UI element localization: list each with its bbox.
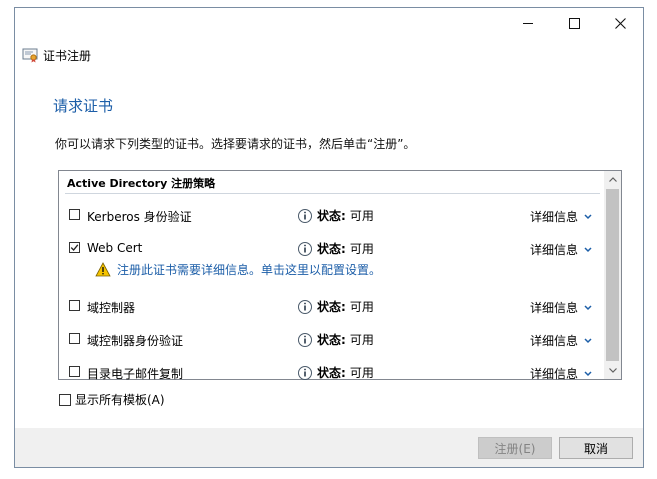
chevron-down-icon <box>608 368 617 373</box>
status-label: 状态: <box>317 333 346 347</box>
certificate-name: 目录电子邮件复制 <box>87 367 184 381</box>
dialog-footer: 注册(E) 取消 <box>15 428 643 467</box>
warning-icon <box>95 262 111 277</box>
status-value: 可用 <box>349 242 374 256</box>
chevron-down-icon <box>584 213 592 219</box>
cancel-button[interactable]: 取消 <box>559 437 633 459</box>
certificate-name: Web Cert <box>87 241 143 255</box>
details-label: 详细信息 <box>530 210 579 224</box>
close-button[interactable] <box>597 8 643 38</box>
certificate-row-kerberos[interactable]: Kerberos 身份验证 状态: 可用 详细信息 <box>59 205 604 227</box>
vertical-scrollbar[interactable] <box>604 171 621 379</box>
details-toggle[interactable]: 详细信息 <box>530 332 592 349</box>
window-title: 证书注册 <box>43 48 92 63</box>
certificate-row-web-cert[interactable]: Web Cert 状态: 可用 详细信息 <box>59 238 604 260</box>
info-icon <box>298 208 312 223</box>
status-label: 状态: <box>317 209 346 223</box>
status-value: 可用 <box>349 300 374 314</box>
status-info: 状态: 可用 <box>297 298 374 315</box>
chevron-up-icon <box>608 177 617 182</box>
status-info: 状态: 可用 <box>297 364 374 381</box>
certificate-checkbox[interactable] <box>69 366 80 377</box>
status-info: 状态: 可用 <box>297 331 374 348</box>
close-icon <box>614 17 626 29</box>
chevron-down-icon <box>584 246 592 252</box>
chevron-down-icon <box>584 370 592 376</box>
configure-settings-link[interactable]: 注册此证书需要详细信息。单击这里以配置设置。 <box>117 261 381 278</box>
certificate-checkbox[interactable] <box>69 300 80 311</box>
register-button[interactable]: 注册(E) <box>478 437 552 459</box>
page-heading: 请求证书 <box>53 97 114 115</box>
certificate-checkbox[interactable] <box>69 242 80 253</box>
certificate-checkbox[interactable] <box>69 209 80 220</box>
policy-group-header: Active Directory 注册策略 <box>67 177 216 190</box>
scroll-down-button[interactable] <box>604 362 621 379</box>
chevron-down-icon <box>584 337 592 343</box>
info-icon <box>298 332 312 347</box>
details-label: 详细信息 <box>530 367 579 381</box>
details-toggle[interactable]: 详细信息 <box>530 208 592 225</box>
info-icon <box>298 241 312 256</box>
maximize-button[interactable] <box>551 8 597 38</box>
details-label: 详细信息 <box>530 301 579 315</box>
status-info: 状态: 可用 <box>297 240 374 257</box>
chevron-down-icon <box>584 304 592 310</box>
certificate-row-domain-controller[interactable]: 域控制器 状态: 可用 详细信息 <box>59 296 604 318</box>
certificate-enrollment-window: 证书注册 请求证书 你可以请求下列类型的证书。选择要请求的证书，然后单击“注册”… <box>14 7 644 468</box>
certificate-list-content: Active Directory 注册策略 Kerberos 身份验证 状态: … <box>59 171 604 381</box>
certificate-name: Kerberos 身份验证 <box>87 210 192 224</box>
status-value: 可用 <box>349 209 374 223</box>
info-icon <box>298 365 312 380</box>
info-icon <box>298 299 312 314</box>
minimize-button[interactable] <box>505 8 551 38</box>
wizard-header: 证书注册 <box>22 46 91 64</box>
certificate-row-directory-email[interactable]: 目录电子邮件复制 状态: 可用 详细信息 <box>59 362 604 384</box>
scroll-thumb[interactable] <box>606 189 619 361</box>
details-label: 详细信息 <box>530 243 579 257</box>
status-value: 可用 <box>349 333 374 347</box>
web-cert-warning: 注册此证书需要详细信息。单击这里以配置设置。 <box>95 261 381 278</box>
certificate-name: 域控制器身份验证 <box>87 334 184 348</box>
minimize-icon <box>523 22 533 24</box>
status-value: 可用 <box>349 366 374 380</box>
status-info: 状态: 可用 <box>297 207 374 224</box>
instruction-text: 你可以请求下列类型的证书。选择要请求的证书，然后单击“注册”。 <box>55 137 416 151</box>
status-label: 状态: <box>317 300 346 314</box>
show-all-templates-label: 显示所有模板(A) <box>75 393 165 407</box>
certificate-row-domain-controller-auth[interactable]: 域控制器身份验证 状态: 可用 详细信息 <box>59 329 604 351</box>
certificate-list: Active Directory 注册策略 Kerberos 身份验证 状态: … <box>58 170 622 381</box>
details-label: 详细信息 <box>530 334 579 348</box>
checkmark-icon <box>70 244 79 251</box>
details-toggle[interactable]: 详细信息 <box>530 299 592 316</box>
details-toggle[interactable]: 详细信息 <box>530 241 592 258</box>
certificate-icon <box>22 48 38 63</box>
title-bar <box>15 8 643 38</box>
details-toggle[interactable]: 详细信息 <box>530 365 592 382</box>
status-label: 状态: <box>317 366 346 380</box>
show-all-templates-checkbox[interactable] <box>59 393 71 406</box>
maximize-icon <box>568 17 580 29</box>
status-label: 状态: <box>317 242 346 256</box>
group-divider <box>65 193 600 194</box>
certificate-checkbox[interactable] <box>69 333 80 344</box>
scroll-up-button[interactable] <box>604 171 621 188</box>
show-all-templates[interactable]: 显示所有模板(A) <box>59 391 165 408</box>
certificate-name: 域控制器 <box>87 301 136 315</box>
